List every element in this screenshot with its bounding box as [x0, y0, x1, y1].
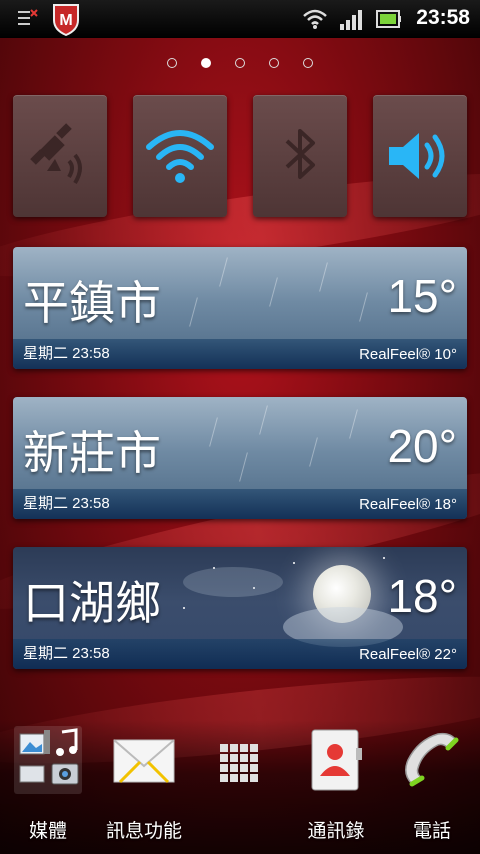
weather-temperature: 20°: [387, 420, 457, 472]
weather-widget[interactable]: 平鎮市 15° 星期二 23:58 RealFeel® 10°: [13, 247, 467, 369]
bluetooth-icon: [285, 129, 315, 179]
weather-datetime: 星期二 23:58: [23, 345, 110, 362]
weather-datetime: 星期二 23:58: [23, 495, 110, 512]
messaging-icon: [113, 739, 175, 784]
gps-icon: [30, 123, 82, 185]
notification-icon: [18, 9, 38, 25]
app-drawer-icon: [220, 744, 258, 782]
svg-text:M: M: [59, 12, 72, 29]
weather-city: 口湖鄉: [23, 576, 161, 630]
dock-item-label: 訊息功能: [105, 820, 182, 842]
dock: 媒體 訊息功能 通訊錄 電話: [0, 720, 480, 854]
clock: 23:58: [416, 6, 470, 29]
speaker-icon: [389, 133, 445, 179]
weather-temperature: 18°: [387, 570, 457, 622]
weather-realfeel: RealFeel® 22°: [359, 646, 457, 663]
page-dot-active: [201, 58, 211, 68]
page-dot: [303, 58, 313, 68]
dock-item-label: 通訊錄: [307, 820, 365, 842]
mcafee-icon: M: [53, 4, 79, 36]
weather-widget[interactable]: 新莊市 20° 星期二 23:58 RealFeel® 18°: [13, 397, 467, 519]
weather-temperature: 15°: [387, 270, 457, 322]
phone-icon: [405, 732, 459, 787]
signal-icon: [340, 10, 362, 30]
weather-datetime: 星期二 23:58: [23, 645, 110, 662]
page-dot: [235, 58, 245, 68]
media-icon: [14, 726, 82, 794]
page-indicator: [0, 58, 480, 68]
weather-widget[interactable]: 口湖鄉 18° 星期二 23:58 RealFeel® 22°: [13, 547, 467, 669]
status-bar[interactable]: M 23:58: [0, 0, 480, 38]
weather-realfeel: RealFeel® 10°: [359, 346, 457, 363]
wifi-toggle[interactable]: [133, 95, 227, 217]
contacts-icon: [311, 729, 362, 791]
dock-item-contacts[interactable]: 通訊錄: [288, 720, 384, 854]
weather-realfeel: RealFeel® 18°: [359, 496, 457, 513]
gps-toggle[interactable]: [13, 95, 107, 217]
bluetooth-toggle[interactable]: [253, 95, 347, 217]
dock-item-label: 媒體: [28, 820, 67, 842]
dock-item-phone[interactable]: 電話: [384, 720, 480, 854]
wifi-icon: [146, 130, 214, 183]
sound-toggle[interactable]: [373, 95, 467, 217]
weather-city: 新莊市: [23, 426, 161, 480]
dock-item-label: 電話: [412, 820, 451, 842]
dock-item-app-drawer[interactable]: [192, 720, 288, 854]
dock-item-media[interactable]: 媒體: [0, 720, 96, 854]
weather-city: 平鎮市: [23, 276, 161, 330]
dock-item-messaging[interactable]: 訊息功能: [96, 720, 192, 854]
page-dot: [167, 58, 177, 68]
battery-icon: [376, 10, 401, 28]
page-dot: [269, 58, 279, 68]
wifi-icon: [303, 9, 327, 29]
